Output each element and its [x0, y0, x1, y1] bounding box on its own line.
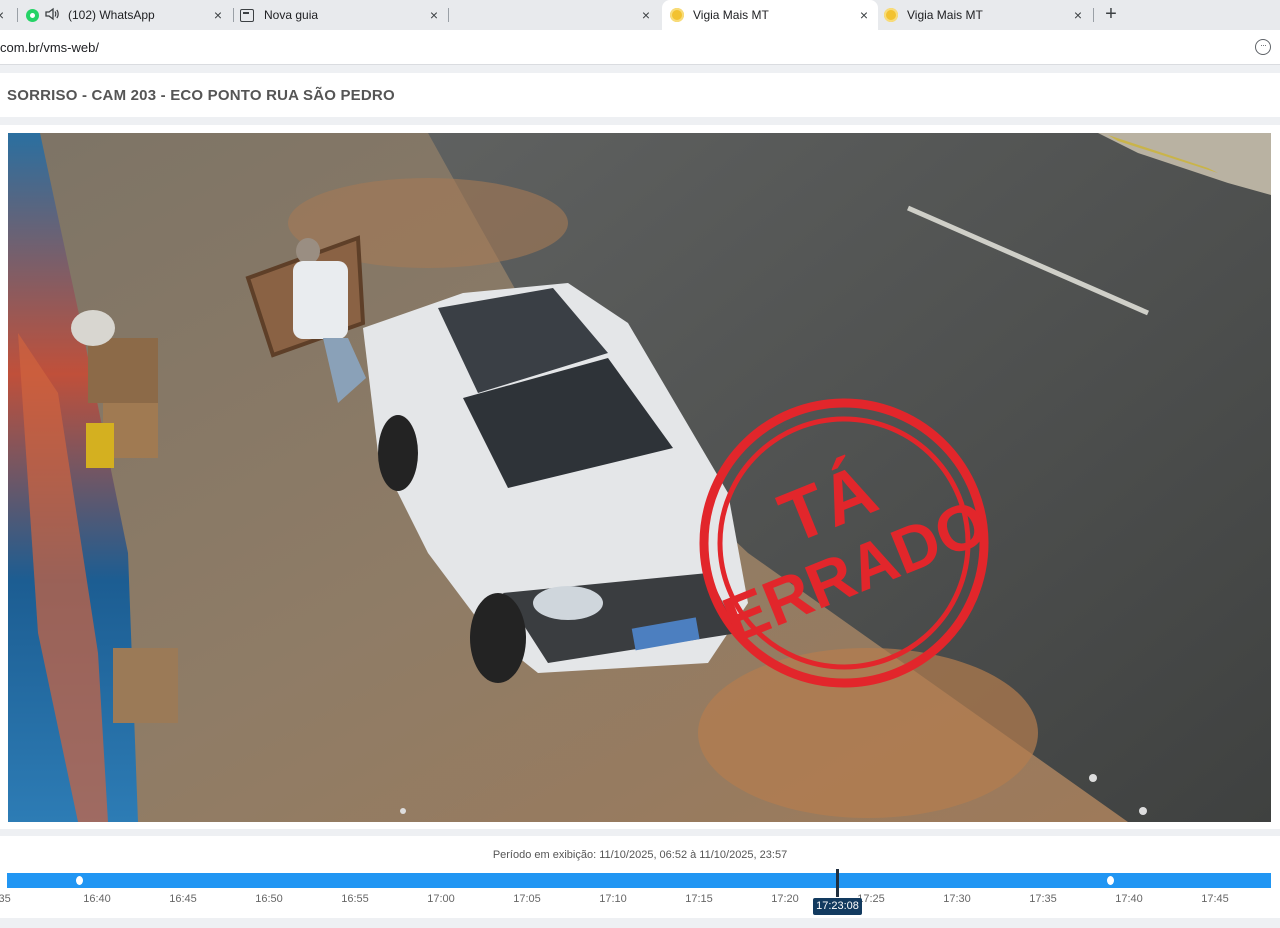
timeline-tick-label: 17:20: [771, 893, 799, 905]
debris: [400, 808, 406, 814]
new-tab-button[interactable]: +: [1100, 3, 1122, 25]
timeline-tick-label: 16:40: [83, 893, 111, 905]
close-icon[interactable]: ×: [426, 7, 442, 23]
close-icon[interactable]: ×: [0, 7, 8, 23]
timeline-tick-label: 17:40: [1115, 893, 1143, 905]
tab-whatsapp[interactable]: (102) WhatsApp ×: [22, 0, 232, 30]
tab-title: (102) WhatsApp: [68, 8, 155, 22]
tab-title: Vigia Mais MT: [907, 8, 983, 22]
yellow-object: [86, 423, 114, 468]
camera-title: SORRISO - CAM 203 - ECO PONTO RUA SÃO PE…: [7, 87, 395, 104]
browser-tab-strip: × (102) WhatsApp × Nova guia × × Vigia M…: [0, 0, 1280, 30]
period-label: Período em exibição: 11/10/2025, 06:52 à…: [492, 849, 788, 861]
timeline-tick-label: 16:50: [255, 893, 283, 905]
camera-title-card: SORRISO - CAM 203 - ECO PONTO RUA SÃO PE…: [0, 73, 1280, 117]
timeline-segment-gap: [1107, 876, 1114, 885]
timeline-tick-label: 17:30: [943, 893, 971, 905]
tab-title: Vigia Mais MT: [693, 8, 769, 22]
white-bag: [71, 310, 115, 346]
timeline-tick-label: 17:35: [1029, 893, 1057, 905]
person-shirt: [293, 261, 348, 339]
truck-wheel: [378, 415, 418, 491]
close-icon[interactable]: ×: [1070, 7, 1086, 23]
tab-previous-close[interactable]: ×: [0, 0, 10, 30]
new-tab-page-icon: [240, 8, 254, 22]
tab-vigia-mais-active[interactable]: Vigia Mais MT ×: [662, 0, 878, 30]
timeline-segment-gap: [76, 876, 83, 885]
timeline-tick-label: 16:35: [0, 893, 11, 905]
timeline-tick-label: 17:00: [427, 893, 455, 905]
more-options-icon[interactable]: ···: [1255, 39, 1271, 55]
tab-nova-guia[interactable]: Nova guia ×: [238, 0, 448, 30]
dirt-patch: [698, 648, 1038, 818]
close-icon[interactable]: ×: [638, 7, 654, 23]
timeline-tick-label: 17:15: [685, 893, 713, 905]
camera-video-frame[interactable]: TÁ ERRADO: [8, 133, 1271, 822]
camera-scene: TÁ ERRADO: [8, 133, 1271, 822]
vigia-mais-icon: [884, 8, 898, 22]
tab-vigia-mais[interactable]: Vigia Mais MT ×: [878, 0, 1092, 30]
url-text[interactable]: com.br/vms-web/: [0, 40, 99, 55]
close-icon[interactable]: ×: [210, 7, 226, 23]
whatsapp-icon: [26, 8, 39, 22]
vigia-mais-icon: [670, 8, 684, 22]
timeline-tick-label: 17:45: [1201, 893, 1229, 905]
tab-separator: [448, 8, 449, 22]
timeline-tick-label: 17:10: [599, 893, 627, 905]
timeline-tick-label: 16:45: [169, 893, 197, 905]
debris: [1089, 774, 1097, 782]
cardboard-box: [88, 338, 158, 403]
address-bar[interactable]: com.br/vms-web/ ···: [0, 30, 1280, 65]
timeline-cursor[interactable]: [836, 869, 839, 897]
debris: [1139, 807, 1147, 815]
truck-headlight: [533, 586, 603, 620]
timeline-tick-label: 17:05: [513, 893, 541, 905]
tab-separator: [233, 8, 234, 22]
tab-separator: [17, 8, 18, 22]
timeline-tick-label: 16:55: [341, 893, 369, 905]
tab-title: Nova guia: [264, 8, 319, 22]
person-head: [296, 238, 320, 264]
truck-wheel: [470, 593, 526, 683]
speaker-icon[interactable]: [44, 7, 60, 24]
tab-blank[interactable]: ×: [452, 0, 660, 30]
close-icon[interactable]: ×: [856, 7, 872, 23]
tab-separator: [1093, 8, 1094, 22]
timeline-cursor-time: 17:23:08: [813, 898, 862, 915]
timeline-track[interactable]: [7, 873, 1271, 888]
cardboard-box: [113, 648, 178, 723]
